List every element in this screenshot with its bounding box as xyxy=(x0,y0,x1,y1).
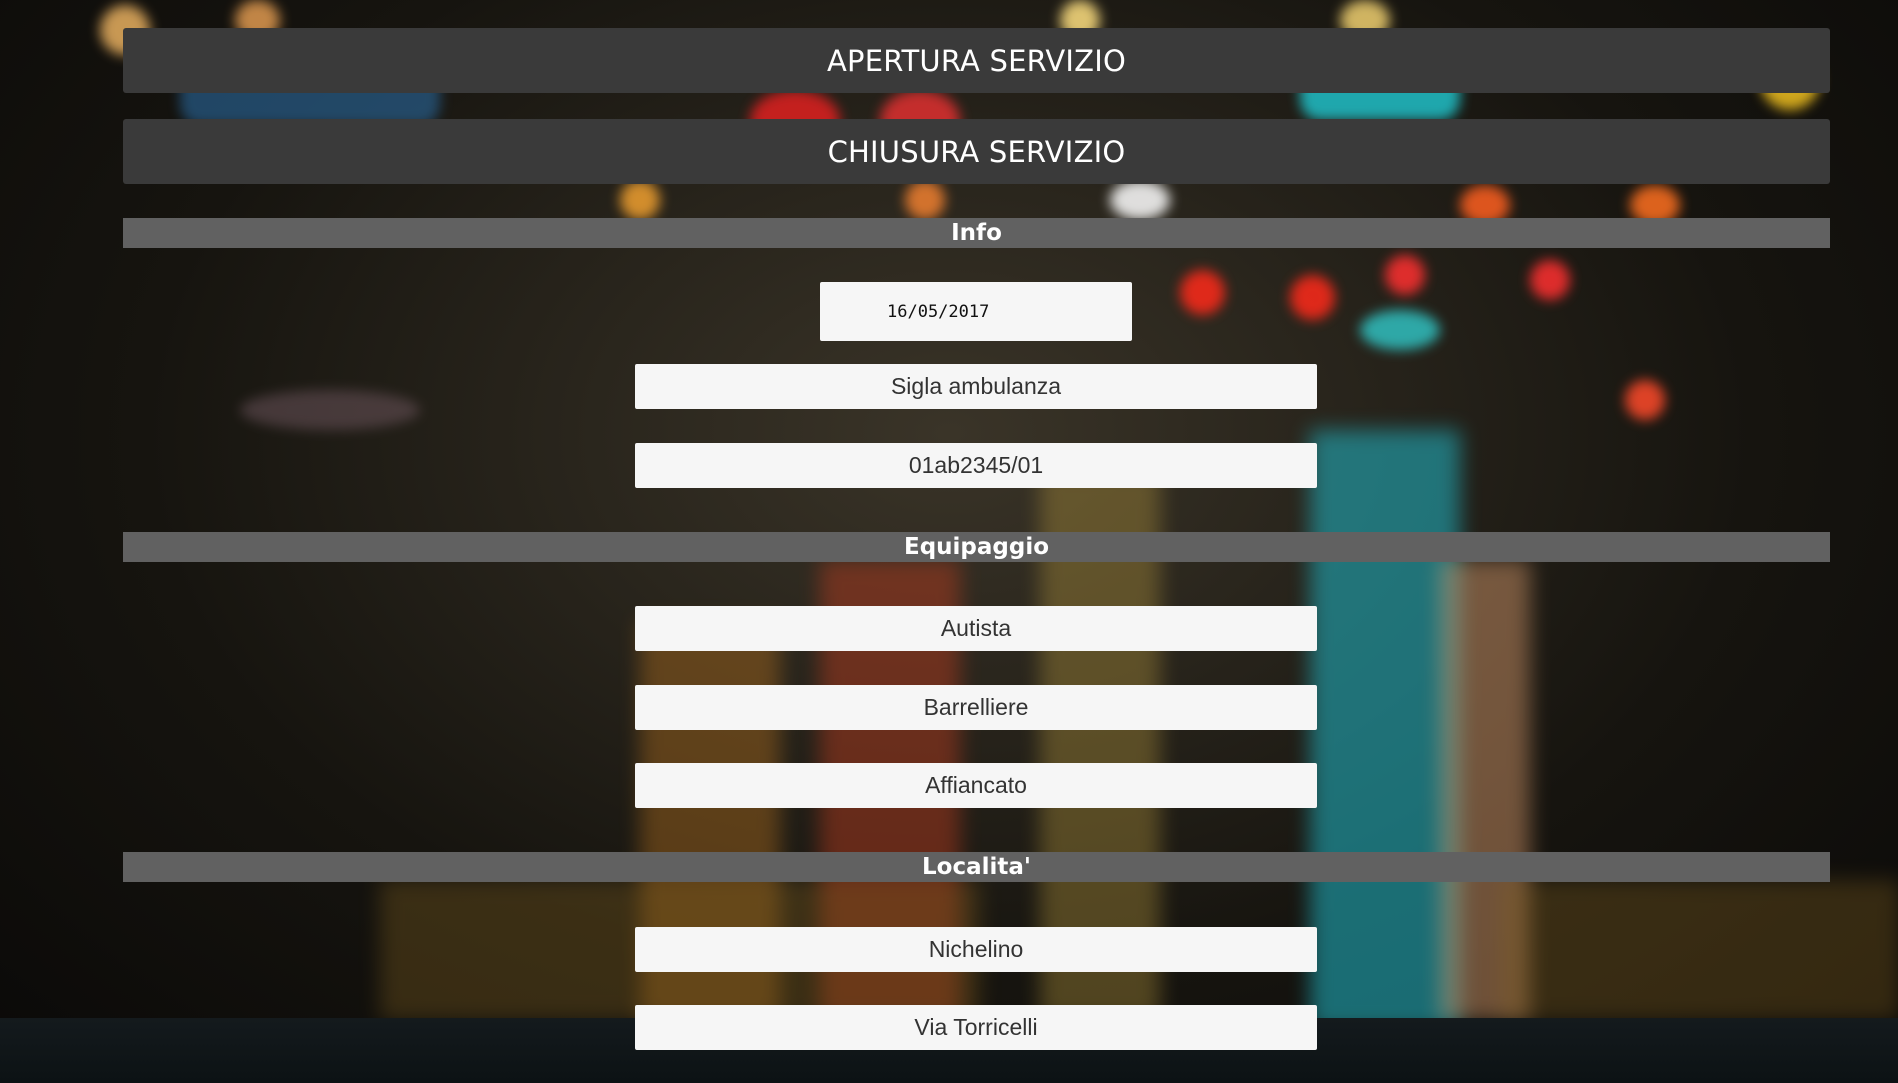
trainee-field[interactable]: Affiancato xyxy=(635,763,1317,808)
section-header-crew: Equipaggio xyxy=(123,532,1830,562)
stretcher-bearer-field[interactable]: Barrelliere xyxy=(635,685,1317,730)
section-header-location: Localita' xyxy=(123,852,1830,882)
ambulance-code-label-field[interactable]: Sigla ambulanza xyxy=(635,364,1317,409)
open-service-button[interactable]: APERTURA SERVIZIO xyxy=(123,28,1830,93)
ambulance-code-field[interactable]: 01ab2345/01 xyxy=(635,443,1317,488)
date-input[interactable]: 16/05/2017 xyxy=(820,282,1132,341)
section-header-info: Info xyxy=(123,218,1830,248)
city-field[interactable]: Nichelino xyxy=(635,927,1317,972)
close-service-button[interactable]: CHIUSURA SERVIZIO xyxy=(123,119,1830,184)
street-field[interactable]: Via Torricelli xyxy=(635,1005,1317,1050)
driver-field[interactable]: Autista xyxy=(635,606,1317,651)
